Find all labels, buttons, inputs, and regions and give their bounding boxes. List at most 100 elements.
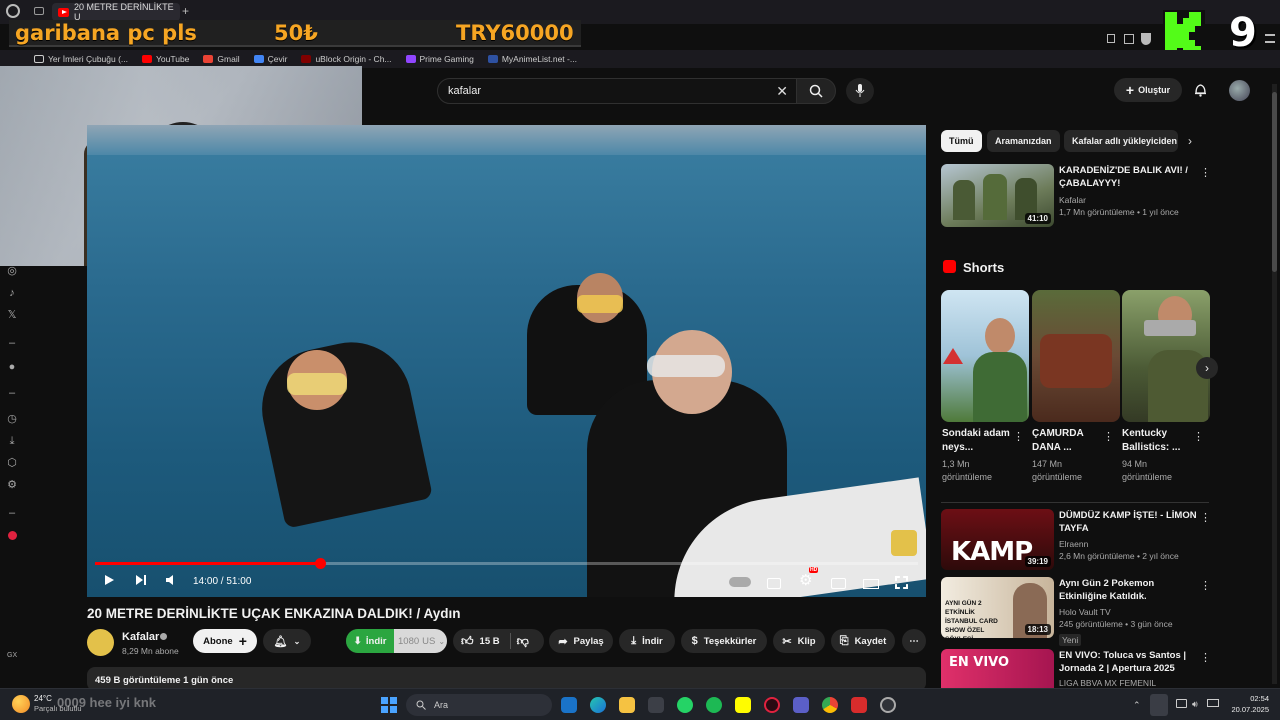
bookmark-myanimelist[interactable]: MyAnimeList.net -... (487, 54, 577, 64)
short-title[interactable]: ÇAMURDA DANA ... (1032, 427, 1102, 455)
clock-time[interactable]: 02:54 (1229, 694, 1269, 703)
more-vertical-icon[interactable]: ⋮ (1200, 166, 1211, 179)
autoplay-toggle[interactable] (729, 577, 751, 587)
more-vertical-icon[interactable]: ⋮ (1013, 430, 1024, 443)
search-button[interactable] (796, 78, 836, 104)
more-actions-button[interactable]: ⋯ (902, 629, 926, 653)
related-thumbnail[interactable]: AYNI GÜN 2 ETKİNLİK İSTANBUL CARD SHOW Ö… (941, 577, 1054, 638)
bell-icon[interactable] (1194, 83, 1207, 97)
short-title[interactable]: Kentucky Ballistics: ... (1122, 427, 1192, 455)
active-tab[interactable]: 20 METRE DERİNLİKTE U (52, 2, 180, 22)
bookmark-youtube[interactable]: YouTube (142, 54, 189, 64)
x-icon[interactable]: 𝕏 (5, 308, 19, 322)
pin-icon[interactable] (1107, 34, 1115, 43)
more-vertical-icon[interactable]: ⋮ (1193, 430, 1204, 443)
volume-button[interactable] (165, 574, 177, 589)
like-count[interactable]: 15 B (480, 636, 500, 647)
clock-date[interactable]: 20.07.2025 (1229, 705, 1269, 714)
play-button[interactable] (103, 574, 115, 589)
related-info[interactable]: DÜMDÜZ KAMP İŞTE! - LİMON TAYFA Elraenn … (1059, 509, 1197, 562)
weather-icon[interactable] (12, 695, 30, 713)
clear-search-icon[interactable]: ✕ (776, 83, 788, 100)
chip-from-search[interactable]: Aramanızdan (987, 130, 1060, 152)
chevron-right-icon[interactable]: › (1188, 134, 1192, 148)
progress-knob[interactable] (315, 558, 327, 569)
download-button[interactable]: ⬇ İndir (346, 629, 394, 653)
short-thumbnail[interactable] (1122, 290, 1210, 422)
spotify-icon[interactable] (706, 697, 722, 713)
teams-icon[interactable] (793, 697, 809, 713)
more-vertical-icon[interactable]: ⋮ (1200, 579, 1211, 592)
wps-icon[interactable] (851, 697, 867, 713)
steam-icon[interactable] (880, 697, 896, 713)
chrome-icon[interactable] (822, 697, 838, 713)
thumbs-up-icon[interactable]: 👍︎ (461, 634, 474, 649)
quality-select[interactable]: 1080 US ⌄ (394, 629, 447, 653)
search-input[interactable]: kafalar ✕ (437, 78, 797, 104)
battery-icon[interactable] (1207, 699, 1219, 707)
new-tab-button[interactable]: + (182, 4, 189, 18)
microphone-tray-icon[interactable] (1150, 694, 1168, 716)
short-title[interactable]: Sondaki adam neys... (942, 427, 1012, 455)
tiktok-icon[interactable]: ♪ (5, 286, 19, 300)
network-icon[interactable] (1176, 699, 1187, 708)
subtitles-icon[interactable] (767, 578, 781, 589)
settings-button[interactable]: ⚙ HD (799, 567, 819, 589)
channel-avatar[interactable] (87, 629, 114, 656)
save-button[interactable]: ⎘ Kaydet (831, 629, 895, 653)
chevron-up-icon[interactable]: ⌃ (1133, 700, 1141, 711)
share-button[interactable]: ➦ Paylaş (549, 629, 613, 653)
outlook-icon[interactable] (561, 697, 577, 713)
clip-button[interactable]: ✂ Klip (773, 629, 825, 653)
screenshot-icon[interactable] (1124, 34, 1134, 44)
notification-bell-button[interactable]: 🔔︎ ⌄ (263, 629, 311, 653)
related-thumbnail[interactable]: KAMP 39:19 (941, 509, 1054, 570)
file-explorer-icon[interactable] (619, 697, 635, 713)
related-thumbnail[interactable]: 41:10 (941, 164, 1054, 227)
scrollbar[interactable] (1272, 84, 1277, 684)
bookmark-gmail[interactable]: Gmail (203, 54, 240, 64)
avatar[interactable] (1229, 80, 1250, 101)
more-vertical-icon[interactable]: ⋮ (1200, 651, 1211, 664)
whatsapp-icon[interactable] (677, 697, 693, 713)
thumbs-down-icon[interactable]: 👎︎ (517, 634, 529, 649)
download-icon[interactable]: ⤓ (5, 434, 19, 448)
create-button[interactable]: + Oluştur (1114, 78, 1182, 102)
app-icon[interactable] (648, 697, 664, 713)
scrollbar-thumb[interactable] (1272, 92, 1277, 272)
short-thumbnail[interactable] (1032, 290, 1120, 422)
shorts-next-button[interactable]: › (1196, 357, 1218, 379)
windows-start-icon[interactable] (381, 697, 397, 713)
settings-icon[interactable]: ⚙ (5, 478, 19, 492)
menu-icon[interactable] (1265, 34, 1275, 43)
shield-icon[interactable] (1141, 33, 1151, 45)
extensions-icon[interactable]: ⬡ (5, 456, 19, 470)
fullscreen-icon[interactable] (895, 576, 908, 589)
related-info[interactable]: Aynı Gün 2 Pokemon Etkinliğine Katıldık.… (1059, 577, 1197, 648)
next-button[interactable] (135, 574, 147, 589)
instagram-icon[interactable]: ◎ (5, 264, 19, 278)
chip-from-uploader[interactable]: Kafalar adlı yükleyiciden (1064, 130, 1178, 152)
voice-search-button[interactable] (846, 78, 874, 104)
chip-all[interactable]: Tümü (941, 130, 982, 152)
spotify-icon[interactable]: ● (5, 360, 19, 374)
miniplayer-icon[interactable] (831, 578, 846, 589)
related-info[interactable]: KARADENİZ'DE BALIK AVI! / ÇABALAYYY! Kaf… (1059, 164, 1197, 218)
subscribe-button[interactable]: Abone + (193, 629, 257, 653)
more-vertical-icon[interactable]: ⋮ (1103, 430, 1114, 443)
progress-bar[interactable] (95, 558, 918, 569)
thanks-button[interactable]: $ Teşekkürler (681, 629, 767, 653)
bookmark-translate[interactable]: Çevir (253, 54, 287, 64)
edge-icon[interactable] (590, 697, 606, 713)
volume-tray-icon[interactable]: 🔊︎ (1192, 699, 1198, 710)
bookmark-ublock[interactable]: uBlock Origin - Ch... (301, 54, 392, 64)
bookmark-folder[interactable]: Yer İmleri Çubuğu (... (34, 54, 128, 64)
video-player[interactable]: 14:00 / 51:00 ⚙ HD (87, 125, 926, 597)
download-button-secondary[interactable]: ⤓ İndir (619, 629, 675, 653)
related-thumbnail[interactable]: EN VIVO (941, 649, 1054, 688)
channel-name[interactable]: Kafalar (122, 631, 159, 643)
short-thumbnail[interactable] (941, 290, 1029, 422)
opera-menu-icon[interactable] (6, 4, 20, 18)
more-vertical-icon[interactable]: ⋮ (1200, 511, 1211, 524)
theater-mode-icon[interactable] (863, 579, 879, 589)
